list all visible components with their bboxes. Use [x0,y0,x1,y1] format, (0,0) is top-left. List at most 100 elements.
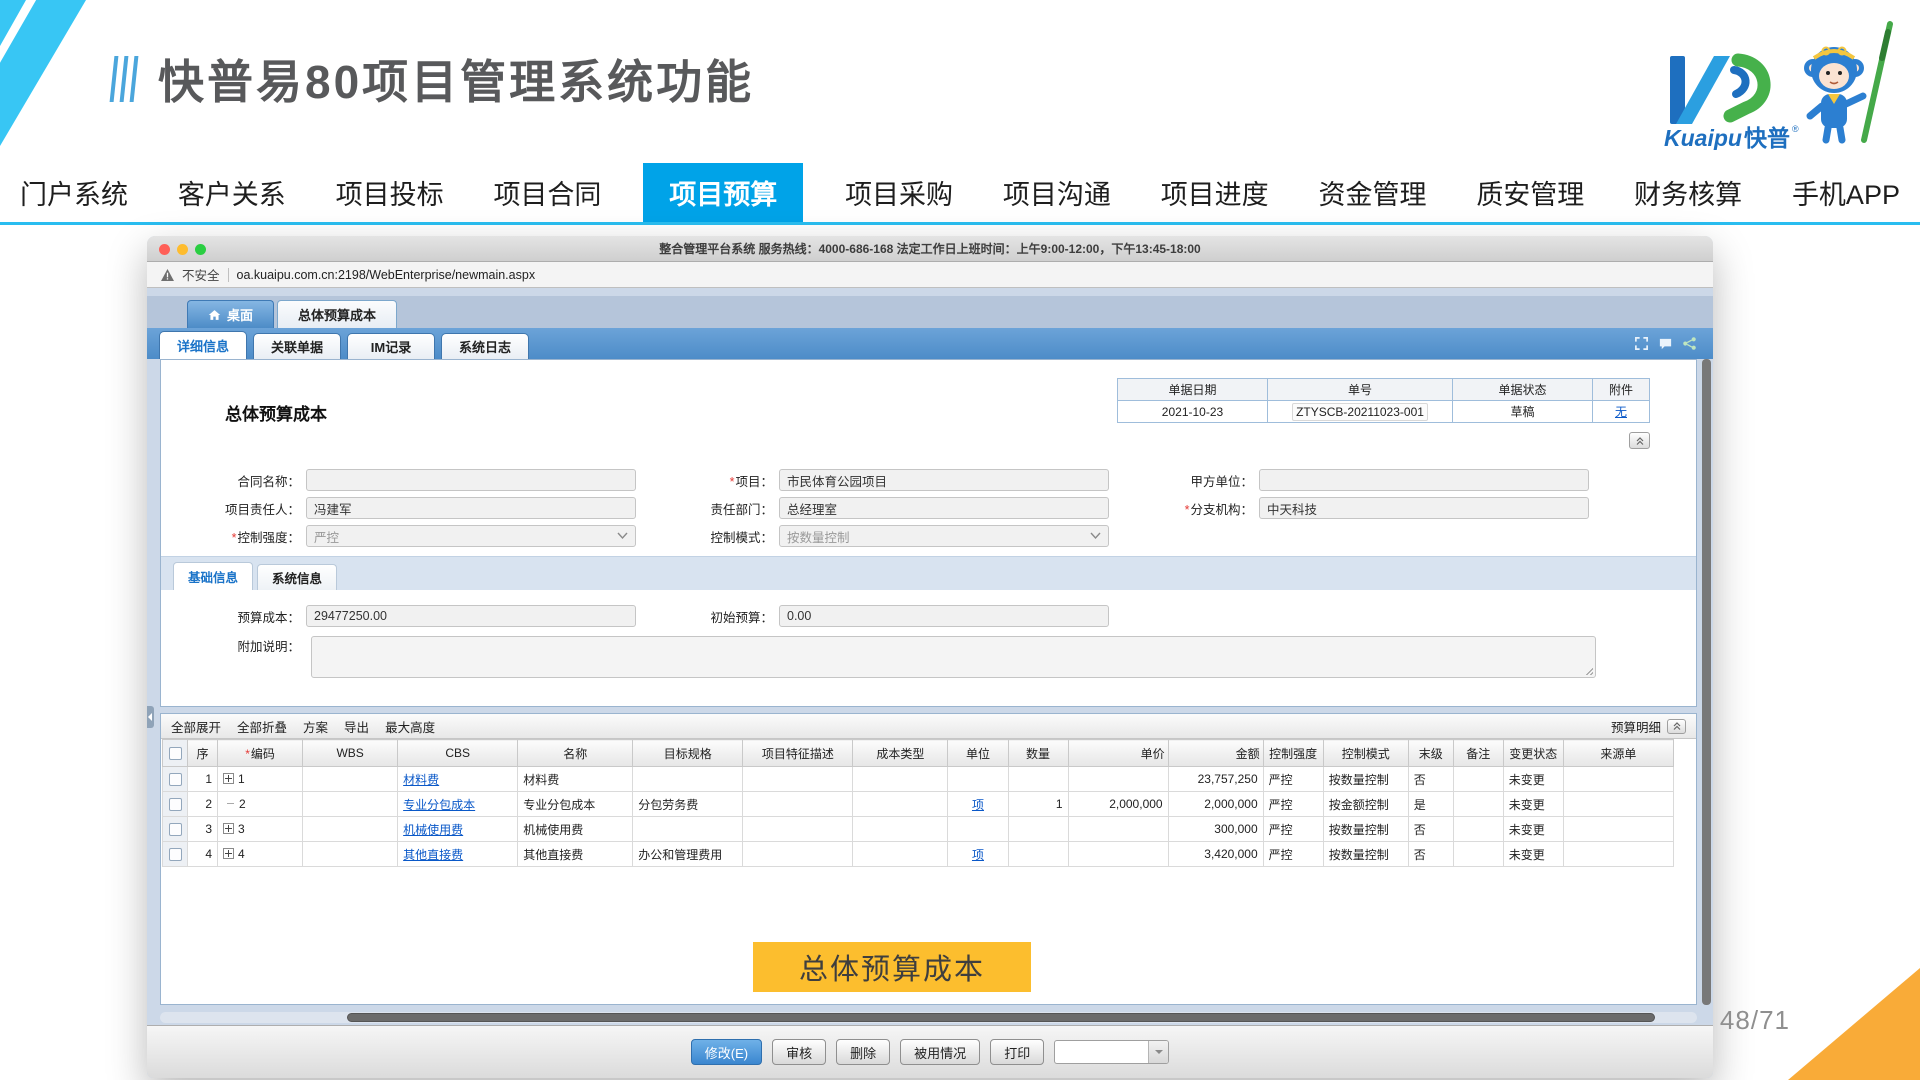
column-header-17[interactable]: 变更状态 [1503,740,1563,767]
note-textarea[interactable] [311,636,1596,678]
share-icon[interactable] [1682,336,1697,351]
form-field-input[interactable]: 按数量控制 [779,525,1109,547]
panel-splitter-handle[interactable] [147,706,154,728]
nav-item-3[interactable]: 项目投标 [328,163,452,222]
nav-item-11[interactable]: 财务核算 [1626,163,1750,222]
info-tab-1[interactable]: 基础信息 [173,562,253,590]
column-header-9[interactable]: 单位 [948,740,1008,767]
cbs-link[interactable]: 其他直接费 [403,848,463,862]
detail-tab-3[interactable]: IM记录 [347,333,435,359]
expand-icon[interactable] [223,823,234,834]
form-field-label: *项目： [639,471,779,490]
footer-button-3[interactable]: 删除 [836,1039,890,1065]
column-header-12[interactable]: 金额 [1168,740,1263,767]
horizontal-scrollbar-thumb[interactable] [347,1013,1655,1022]
footer-button-4[interactable]: 被用情况 [900,1039,980,1065]
cell-remark [1453,817,1503,842]
form-field-input[interactable]: 市民体育公园项目 [779,469,1109,491]
toolbar-link-1[interactable]: 全部展开 [171,717,221,736]
vertical-scrollbar-thumb[interactable] [1702,359,1711,1005]
column-header-11[interactable]: 单价 [1068,740,1168,767]
nav-item-2[interactable]: 客户关系 [170,163,294,222]
nav-item-5[interactable]: 项目预算 [643,163,803,222]
cell-change-status: 未变更 [1503,817,1563,842]
budget-field-input[interactable]: 0.00 [779,605,1109,627]
attachment-link[interactable]: 无 [1615,405,1627,419]
browser-urlbar[interactable]: 不安全 oa.kuaipu.com.cn:2198/WebEnterprise/… [147,262,1713,288]
column-header-8[interactable]: 成本类型 [853,740,948,767]
window-tab-label: 总体预算成本 [298,305,376,324]
column-header-10[interactable]: 数量 [1008,740,1068,767]
row-checkbox[interactable] [169,773,182,786]
horizontal-scrollbar [160,1012,1697,1023]
footer-button-5[interactable]: 打印 [990,1039,1044,1065]
cell-qty [1008,817,1068,842]
unit-link[interactable]: 项 [972,848,984,862]
column-header-7[interactable]: 项目特征描述 [743,740,853,767]
expand-icon[interactable] [223,773,234,784]
budget-field-input[interactable]: 29477250.00 [306,605,636,627]
cbs-link[interactable]: 专业分包成本 [403,798,475,812]
expand-icon[interactable] [223,848,234,859]
nav-item-1[interactable]: 门户系统 [12,163,136,222]
cell-cbs: 材料费 [398,767,518,792]
fullscreen-icon[interactable] [1634,336,1649,351]
column-header-3[interactable]: WBS [303,740,398,767]
toolbar-link-2[interactable]: 全部折叠 [237,717,287,736]
form-field-input[interactable]: 总经理室 [779,497,1109,519]
page-url[interactable]: oa.kuaipu.com.cn:2198/WebEnterprise/newm… [237,268,536,282]
nav-item-6[interactable]: 项目采购 [837,163,961,222]
toolbar-link-3[interactable]: 方案 [303,717,328,736]
collapse-grid-button[interactable] [1667,719,1686,734]
footer-button-1[interactable]: 修改(E) [691,1039,762,1065]
cbs-link[interactable]: 机械使用费 [403,823,463,837]
row-checkbox[interactable] [169,823,182,836]
detail-tab-2[interactable]: 关联单据 [253,333,341,359]
browser-title-text: 整合管理平台系统 服务热线：4000-686-168 法定工作日上班时间：上午9… [659,240,1201,257]
column-header-5[interactable]: 名称 [518,740,633,767]
window-tab-1[interactable]: 桌面 [187,300,274,328]
minimize-window-icon[interactable] [177,244,188,255]
message-icon[interactable] [1658,336,1673,351]
form-field-input[interactable] [306,469,636,491]
column-header-16[interactable]: 备注 [1453,740,1503,767]
column-header-4[interactable]: CBS [398,740,518,767]
cell-strength: 严控 [1263,792,1323,817]
form-field-input[interactable]: 严控 [306,525,636,547]
row-checkbox[interactable] [169,798,182,811]
detail-tab-1[interactable]: 详细信息 [159,331,247,359]
toolbar-link-4[interactable]: 导出 [344,717,369,736]
form-field-input[interactable] [1259,469,1589,491]
form-field-input[interactable]: 中天科技 [1259,497,1589,519]
info-tab-2[interactable]: 系统信息 [257,564,337,590]
column-header-2[interactable]: *编码 [218,740,303,767]
cell-source [1563,767,1673,792]
column-header-13[interactable]: 控制强度 [1263,740,1323,767]
nav-item-12[interactable]: 手机APP [1784,163,1908,222]
nav-item-8[interactable]: 项目进度 [1153,163,1277,222]
nav-item-10[interactable]: 质安管理 [1468,163,1592,222]
cbs-link[interactable]: 材料费 [403,773,439,787]
maximize-window-icon[interactable] [195,244,206,255]
footer-button-2[interactable]: 审核 [772,1039,826,1065]
row-checkbox[interactable] [169,848,182,861]
required-asterisk: * [232,531,237,545]
column-header-15[interactable]: 末级 [1408,740,1453,767]
unit-link[interactable]: 项 [972,798,984,812]
window-tab-2[interactable]: 总体预算成本 [277,300,397,328]
detail-tab-4[interactable]: 系统日志 [441,333,529,359]
toolbar-link-5[interactable]: 最大高度 [385,717,435,736]
column-header-18[interactable]: 来源单 [1563,740,1673,767]
collapse-header-button[interactable] [1629,432,1650,449]
cell-amount: 300,000 [1168,817,1263,842]
nav-item-4[interactable]: 项目合同 [485,163,609,222]
column-header-1[interactable]: 序 [188,740,218,767]
form-field-input[interactable]: 冯建军 [306,497,636,519]
column-header-14[interactable]: 控制模式 [1323,740,1408,767]
footer-dropdown[interactable] [1054,1040,1169,1064]
nav-item-9[interactable]: 资金管理 [1311,163,1435,222]
column-header-6[interactable]: 目标规格 [633,740,743,767]
select-all-checkbox[interactable] [169,747,182,760]
nav-item-7[interactable]: 项目沟通 [995,163,1119,222]
close-window-icon[interactable] [159,244,170,255]
